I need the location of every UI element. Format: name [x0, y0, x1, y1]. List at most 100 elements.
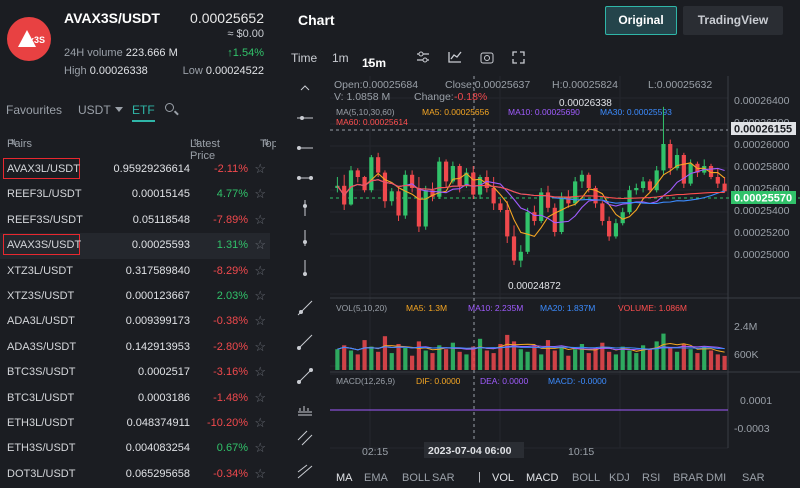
pair-row[interactable]: DOT3L/USDT 0.065295658 -0.34% ☆	[0, 462, 270, 487]
pair-row[interactable]: BTC3S/USDT 0.0002517 -3.16% ☆	[0, 360, 270, 385]
pair-row[interactable]: REEF3L/USDT 0.00015145 4.77% ☆	[0, 182, 270, 207]
pair-row[interactable]: REEF3S/USDT 0.05118548 -7.89% ☆	[0, 208, 270, 233]
trend-line-icon[interactable]	[295, 332, 315, 352]
tradingview-button[interactable]: TradingView	[683, 6, 783, 35]
pair-row[interactable]: ETH3S/USDT 0.004083254 0.67% ☆	[0, 436, 270, 461]
vol-label: VOL(5,10,20)	[336, 303, 387, 313]
horizontal-line-icon[interactable]	[295, 138, 315, 158]
last-price: 0.00025652	[190, 10, 264, 26]
star-icon[interactable]: ☆	[254, 364, 266, 380]
interval-1m[interactable]: 1m	[332, 51, 349, 65]
horizontal-segment-icon[interactable]	[295, 168, 315, 188]
quote-dropdown[interactable]: USDT	[78, 103, 123, 117]
indicator-boll[interactable]: BOLL	[402, 472, 430, 484]
tab-etf[interactable]: ETF	[132, 103, 155, 122]
volume-bar	[443, 349, 449, 370]
indicator-boll[interactable]: BOLL	[572, 472, 600, 484]
pair-change: 1.31%	[216, 239, 248, 252]
candle-body	[668, 144, 673, 169]
indicator-ma[interactable]: MA	[336, 472, 353, 484]
volume-bar	[382, 336, 388, 370]
indicator-vol[interactable]: VOL	[492, 472, 514, 484]
star-icon[interactable]: ☆	[254, 161, 266, 177]
star-icon[interactable]: ☆	[254, 212, 266, 228]
volume-bar	[552, 350, 557, 370]
indicator-ema[interactable]: EMA	[364, 472, 388, 484]
pair-name: XTZ3S/USDT	[7, 289, 75, 302]
pair-row[interactable]: ETH3L/USDT 0.048374911 -10.20% ☆	[0, 411, 270, 436]
star-icon[interactable]: ☆	[254, 415, 266, 431]
candle-body	[559, 196, 564, 232]
search-icon[interactable]	[165, 103, 174, 112]
pair-row[interactable]: XTZ3S/USDT 0.000123667 2.03% ☆	[0, 284, 270, 309]
parallel-lines-icon[interactable]	[295, 428, 315, 448]
pair-name: ADA3S/USDT	[7, 340, 77, 353]
star-icon[interactable]: ☆	[254, 263, 266, 279]
collapse-up-icon[interactable]	[295, 78, 315, 98]
horizontal-ray-icon[interactable]	[295, 108, 315, 128]
volume-bar	[362, 340, 367, 370]
pair-price: 0.00025593	[131, 239, 190, 252]
pair-price: 0.95929236614	[113, 163, 190, 175]
pair-row[interactable]: AVAX3S/USDT 0.00025593 1.31% ☆	[0, 233, 270, 259]
ohlc-close: Close:0.00025637	[445, 79, 530, 91]
volume-bar	[566, 355, 571, 370]
pair-row[interactable]: AVAX3L/USDT 0.95929236614 -2.11% ☆	[0, 157, 270, 182]
volume-bar	[722, 355, 727, 370]
vertical-ray-icon[interactable]	[295, 198, 315, 218]
pair-row[interactable]: BTC3L/USDT 0.0003186 -1.48% ☆	[0, 386, 270, 411]
trend-ray-icon[interactable]	[295, 298, 315, 318]
star-icon[interactable]: ☆	[254, 339, 266, 355]
candle-body	[382, 172, 388, 202]
high-value: 0.00026338	[89, 65, 148, 77]
vertical-segment-icon[interactable]	[295, 258, 315, 278]
indicator-rsi[interactable]: RSI	[642, 472, 660, 484]
star-icon[interactable]: ☆	[254, 440, 266, 456]
screenshot-icon[interactable]	[480, 51, 494, 67]
ohlc-low: L:0.00025632	[648, 79, 712, 91]
vol-ma10: MA10: 2.235M	[468, 303, 523, 313]
volume-bar	[423, 350, 428, 370]
ma60-line	[336, 179, 725, 200]
price-tick: 0.00025400	[734, 205, 790, 217]
pair-change: 4.77%	[216, 188, 248, 201]
pair-row[interactable]: ADA3S/USDT 0.142913953 -2.80% ☆	[0, 335, 270, 360]
volume-bar	[688, 349, 693, 370]
star-icon[interactable]: ☆	[254, 466, 266, 482]
indicator-chart-icon[interactable]	[448, 51, 462, 66]
volume-bar	[450, 342, 455, 370]
indicator-sar[interactable]: SAR	[432, 472, 455, 484]
fullscreen-icon[interactable]	[512, 51, 525, 67]
star-icon[interactable]: ☆	[254, 313, 266, 329]
indicator-kdj[interactable]: KDJ	[609, 472, 630, 484]
macd-dea: DEA: 0.0000	[480, 376, 528, 386]
sort-icon: ⇅	[193, 138, 200, 147]
indicator-brar[interactable]: BRAR	[673, 472, 704, 484]
star-icon[interactable]: ☆	[254, 390, 266, 406]
star-icon[interactable]: ☆	[254, 237, 266, 253]
vertical-line-icon[interactable]	[295, 228, 315, 248]
candle-body	[647, 181, 652, 191]
low-label: Low	[182, 65, 203, 77]
tab-favourites[interactable]: Favourites	[6, 103, 62, 117]
star-icon[interactable]: ☆	[254, 186, 266, 202]
candle-body	[661, 144, 666, 171]
price-channel-icon[interactable]	[295, 398, 315, 418]
star-icon[interactable]: ☆	[254, 288, 266, 304]
volume-bar	[593, 347, 598, 370]
candle-body	[607, 221, 612, 237]
original-button[interactable]: Original	[605, 6, 677, 35]
indicator-dmi[interactable]: DMI	[706, 472, 726, 484]
fibonacci-icon[interactable]	[295, 462, 315, 482]
ohlc-open: Open:0.00025684	[334, 79, 418, 91]
pair-price: 0.000123667	[125, 289, 190, 302]
indicator-sar[interactable]: SAR	[742, 472, 765, 484]
indicator-macd[interactable]: MACD	[526, 472, 558, 484]
pair-row[interactable]: XTZ3L/USDT 0.317589840 -8.29% ☆	[0, 259, 270, 284]
ma60-value: MA60: 0.00025614	[336, 117, 408, 127]
trend-segment-icon[interactable]	[295, 366, 315, 386]
kline-chart[interactable]: Open:0.00025684 Close:0.00025637 H:0.000…	[330, 76, 800, 466]
settings-sliders-icon[interactable]	[416, 51, 430, 66]
volume-bar	[715, 354, 720, 370]
pair-row[interactable]: ADA3L/USDT 0.009399173 -0.38% ☆	[0, 309, 270, 334]
